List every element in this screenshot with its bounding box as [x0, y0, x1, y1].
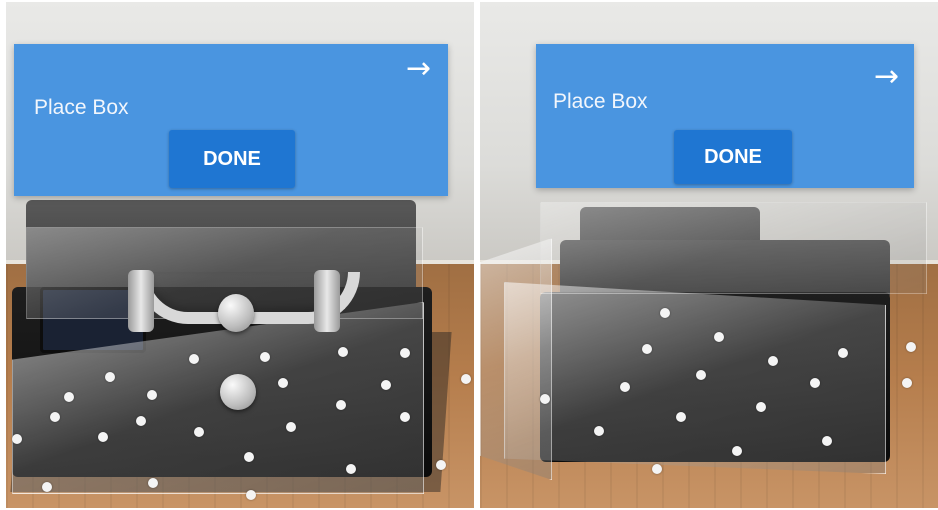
done-button[interactable]: DONE — [169, 130, 295, 188]
plane-dot — [652, 464, 662, 474]
ar-view-left[interactable]: Place Box → DONE — [6, 2, 474, 508]
place-box-card: Place Box → DONE — [14, 44, 448, 196]
plane-dot — [136, 416, 146, 426]
plane-dot — [381, 380, 391, 390]
plane-dot — [148, 478, 158, 488]
plane-dot — [400, 412, 410, 422]
plane-dot — [260, 352, 270, 362]
plane-dot — [822, 436, 832, 446]
plane-dot — [732, 446, 742, 456]
rotate-handle-right-grip[interactable] — [314, 270, 340, 332]
ar-view-right[interactable]: Place Box → DONE — [480, 2, 938, 508]
plane-dot — [400, 348, 410, 358]
plane-dot — [660, 308, 670, 318]
plane-dot — [461, 374, 471, 384]
rotate-handle-left-grip[interactable] — [128, 270, 154, 332]
plane-dot — [336, 400, 346, 410]
arrow-right-icon[interactable]: → — [406, 54, 431, 84]
plane-dot — [810, 378, 820, 388]
plane-dot — [338, 347, 348, 357]
move-handle-knob[interactable] — [220, 374, 256, 410]
place-box-card: Place Box → DONE — [536, 44, 914, 188]
plane-dot — [147, 390, 157, 400]
arrow-right-icon[interactable]: → — [874, 62, 899, 92]
plane-dot — [105, 372, 115, 382]
card-title: Place Box — [553, 90, 648, 113]
plane-dot — [594, 426, 604, 436]
done-button[interactable]: DONE — [674, 130, 792, 184]
plane-dot — [696, 370, 706, 380]
plane-dot — [42, 482, 52, 492]
plane-dot — [346, 464, 356, 474]
placement-box-top-face — [540, 202, 927, 294]
plane-dot — [278, 378, 288, 388]
plane-dot — [714, 332, 724, 342]
plane-dot — [838, 348, 848, 358]
plane-dot — [189, 354, 199, 364]
plane-dot — [540, 394, 550, 404]
plane-dot — [50, 412, 60, 422]
plane-dot — [906, 342, 916, 352]
plane-dot — [244, 452, 254, 462]
plane-dot — [286, 422, 296, 432]
plane-dot — [64, 392, 74, 402]
plane-dot — [620, 382, 630, 392]
plane-dot — [98, 432, 108, 442]
plane-dot — [756, 402, 766, 412]
plane-dot — [902, 378, 912, 388]
plane-dot — [642, 344, 652, 354]
plane-dot — [768, 356, 778, 366]
plane-dot — [676, 412, 686, 422]
plane-dot — [436, 460, 446, 470]
rotate-handle-knob[interactable] — [218, 294, 254, 332]
plane-dot — [194, 427, 204, 437]
plane-dot — [12, 434, 22, 444]
plane-dot — [246, 490, 256, 500]
card-title: Place Box — [34, 96, 129, 119]
